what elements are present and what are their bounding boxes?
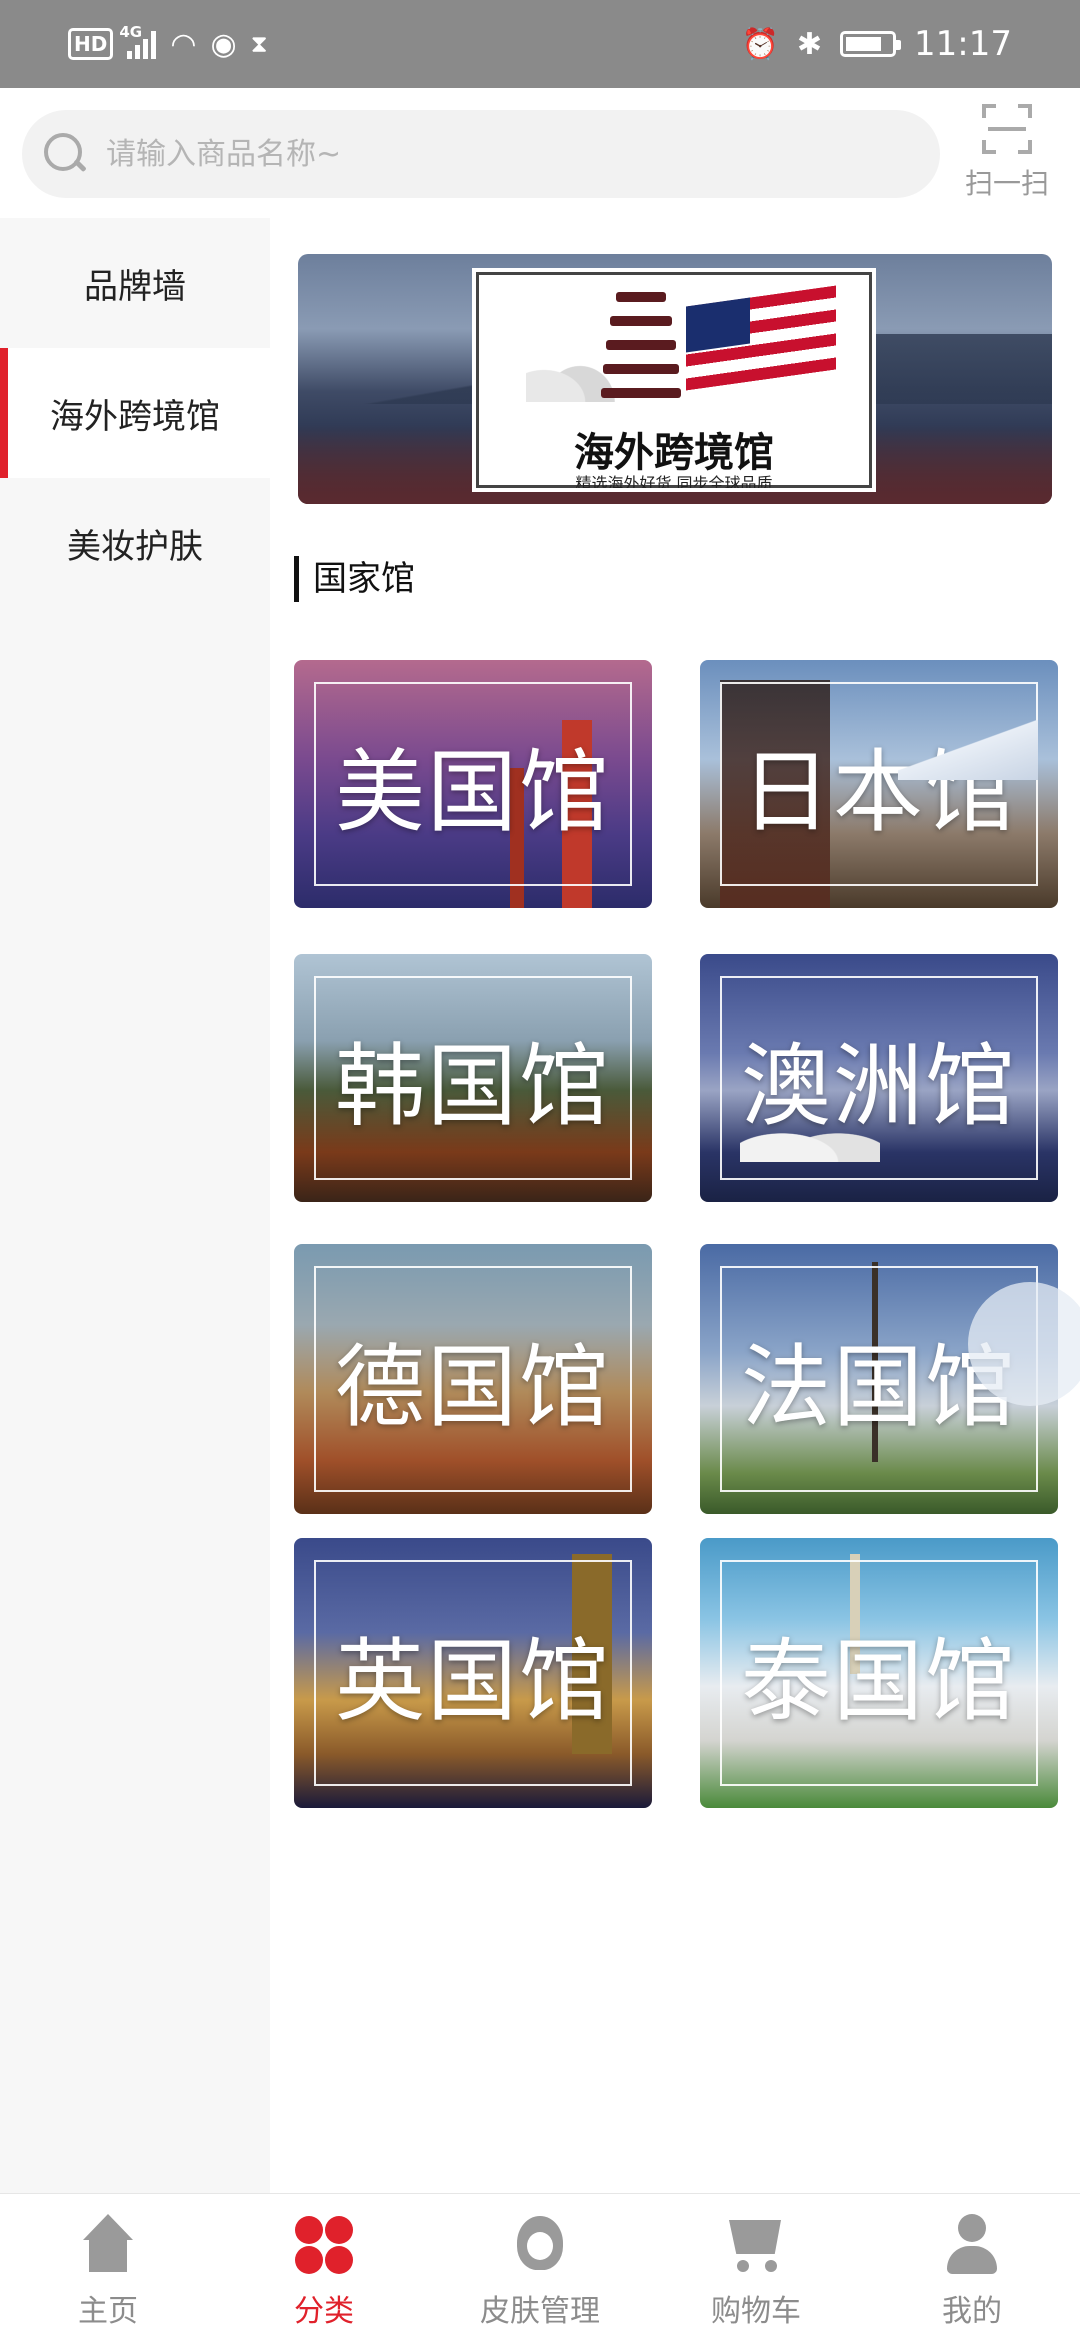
status-bar-right: ⏰ ✱ 11:17 [742,22,1012,66]
search-input[interactable] [106,136,806,172]
hd-icon: HD [68,28,114,60]
hourglass-icon: ⧗ [250,30,268,58]
banner-card: 海外跨境馆 精选海外好货 同步全球品质 [472,268,876,492]
pavilion-tile-korea[interactable]: 韩国馆 [294,954,652,1202]
overseas-banner[interactable]: 海外跨境馆 精选海外好货 同步全球品质 [298,254,1052,504]
bottom-tab-bar: 主页 分类 皮肤管理 购物车 我的 [0,2193,1080,2340]
pavilion-label: 日本馆 [741,740,1017,845]
banner-subtitle: 精选海外好货 同步全球品质 [575,474,773,492]
tab-label: 主页 [78,2294,138,2329]
sidebar-item-label: 美妆护肤 [67,526,203,567]
cart-icon [723,2214,789,2276]
category-sidebar: 品牌墙 海外跨境馆 美妆护肤 [0,218,270,2193]
signal-icon: 4G [119,23,157,59]
sidebar-item-beauty[interactable]: 美妆护肤 [0,478,270,608]
pavilion-tile-thailand[interactable]: 泰国馆 [700,1538,1058,1808]
pavilion-label: 韩国馆 [335,1034,611,1139]
tab-label: 皮肤管理 [480,2294,600,2329]
sidebar-item-overseas[interactable]: 海外跨境馆 [0,348,270,478]
scan-label: 扫一扫 [964,167,1049,200]
pavilion-tile-japan[interactable]: 日本馆 [700,660,1058,908]
status-bar: HD 4G ◠ ◉ ⧗ ⏰ ✱ 11:17 [0,0,1080,88]
profile-icon [939,2214,1005,2276]
tab-category[interactable]: 分类 [216,2194,432,2340]
sidebar-item-brand-wall[interactable]: 品牌墙 [0,218,270,348]
eye-icon: ◉ [210,26,237,62]
pavilion-tile-us[interactable]: 美国馆 [294,660,652,908]
pavilion-label: 英国馆 [335,1629,611,1734]
home-icon [75,2214,141,2276]
pavilion-tile-australia[interactable]: 澳洲馆 [700,954,1058,1202]
floating-assistive-button[interactable] [968,1282,1080,1406]
alarm-icon: ⏰ [741,26,779,62]
status-time: 11:17 [914,24,1012,64]
battery-icon [840,31,902,57]
search-header: 扫一扫 [0,88,1080,218]
pavilion-label: 澳洲馆 [741,1034,1017,1139]
skin-icon [507,2214,573,2276]
tab-cart[interactable]: 购物车 [648,2194,864,2340]
status-bar-left: HD 4G ◠ ◉ ⧗ [68,23,268,64]
search-box[interactable] [22,110,940,198]
pavilion-label: 德国馆 [335,1335,611,1440]
pavilion-tile-uk[interactable]: 英国馆 [294,1538,652,1808]
tab-label: 分类 [294,2294,354,2329]
network-type: 4G [119,23,143,41]
scan-button[interactable]: 扫一扫 [952,104,1062,210]
tab-home[interactable]: 主页 [0,2194,216,2340]
bluetooth-icon: ✱ [796,26,823,62]
tab-profile[interactable]: 我的 [864,2194,1080,2340]
tab-label: 我的 [942,2294,1002,2329]
category-content: 海外跨境馆 精选海外好货 同步全球品质 国家馆 美国馆 日本馆 韩国馆 澳洲馆 … [270,218,1080,2193]
sidebar-item-label: 海外跨境馆 [50,396,220,437]
section-title: 国家馆 [294,556,415,602]
category-icon [291,2214,357,2276]
banner-illustration [496,282,856,402]
tab-label: 购物车 [711,2294,801,2329]
wifi-icon: ◠ [170,26,197,62]
pavilion-tile-germany[interactable]: 德国馆 [294,1244,652,1514]
pavilion-label: 泰国馆 [741,1629,1017,1734]
search-icon [42,131,88,177]
tab-skin-management[interactable]: 皮肤管理 [432,2194,648,2340]
sidebar-item-label: 品牌墙 [84,266,186,307]
pavilion-label: 美国馆 [335,740,611,845]
scan-icon [982,104,1032,154]
